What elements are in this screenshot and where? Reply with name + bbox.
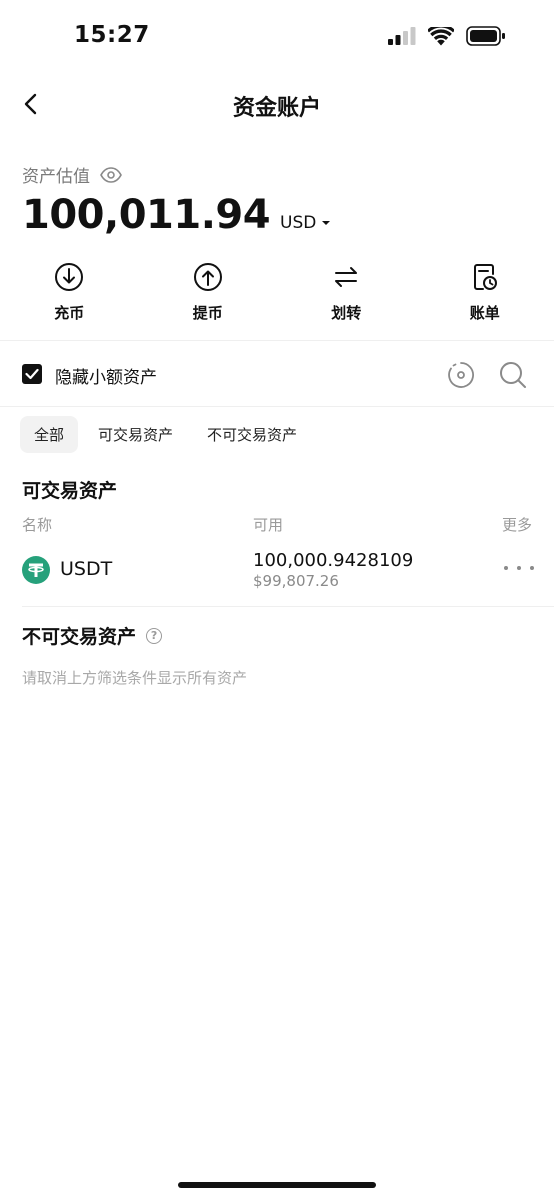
transfer-label: 划转 [331,304,362,322]
asset-name: USDT [60,558,113,580]
withdraw-label: 提币 [192,304,223,322]
withdraw-button[interactable]: 提币 [139,262,278,323]
cellular-signal-icon [388,27,416,45]
eye-icon[interactable] [100,166,122,183]
withdraw-icon [193,263,222,291]
transfer-icon [335,267,358,287]
asset-row-usdt[interactable]: USDT 100,000.9428109 $99,807.26 [0,548,554,598]
column-header-more: 更多 [502,516,533,534]
transfer-button[interactable]: 划转 [277,262,416,323]
currency-selector[interactable]: USD [280,213,331,233]
status-icons [388,26,506,46]
deposit-button[interactable]: 充币 [0,262,139,323]
column-header-available: 可用 [253,516,284,534]
tab-non-tradable[interactable]: 不可交易资产 [193,416,311,453]
page-title: 资金账户 [232,96,321,121]
more-options-icon[interactable] [504,558,534,578]
divider [22,606,554,607]
nav-bar: 资金账户 [0,78,554,130]
hide-small-assets-label: 隐藏小额资产 [55,368,157,388]
total-balance: 100,011.94 [22,192,271,238]
asset-filter-tabs: 全部 可交易资产 不可交易资产 [20,416,311,453]
home-indicator [178,1182,376,1188]
deposit-icon [55,263,84,291]
status-time: 15:27 [74,22,150,48]
usdt-logo-icon [22,556,50,584]
bill-icon [473,264,497,290]
divider [0,340,554,341]
column-header-name: 名称 [22,516,53,534]
refresh-dial-icon[interactable] [446,360,476,390]
help-icon[interactable]: ? [146,627,163,644]
tab-tradable[interactable]: 可交易资产 [84,416,187,453]
currency-label: USD [280,213,317,233]
hide-small-assets-checkbox[interactable] [22,364,42,384]
wifi-icon [428,26,454,45]
asset-estimate-header: 资产估值 [22,162,122,187]
bill-button[interactable]: 账单 [416,262,554,323]
balance-row: 100,011.94 USD [22,192,331,238]
tradable-section-title: 可交易资产 [22,480,118,502]
checkmark-icon [25,368,39,380]
action-bar: 充币 提币 划转 账单 [0,262,554,323]
filter-row: 隐藏小额资产 [0,355,554,395]
bill-label: 账单 [469,304,500,322]
divider [0,406,554,407]
deposit-label: 充币 [54,304,85,322]
caret-down-icon [322,221,331,225]
search-icon[interactable] [498,360,528,390]
asset-available: 100,000.9428109 [253,550,414,571]
tab-all[interactable]: 全部 [20,416,79,453]
battery-icon [466,26,505,46]
status-bar: 15:27 [0,0,554,70]
non-tradable-header: 不可交易资产 ? [22,622,163,649]
non-tradable-section-title: 不可交易资产 [22,626,137,648]
non-tradable-hint: 请取消上方筛选条件显示所有资产 [22,669,248,687]
asset-usd-value: $99,807.26 [253,572,339,590]
asset-estimate-label: 资产估值 [22,167,90,187]
